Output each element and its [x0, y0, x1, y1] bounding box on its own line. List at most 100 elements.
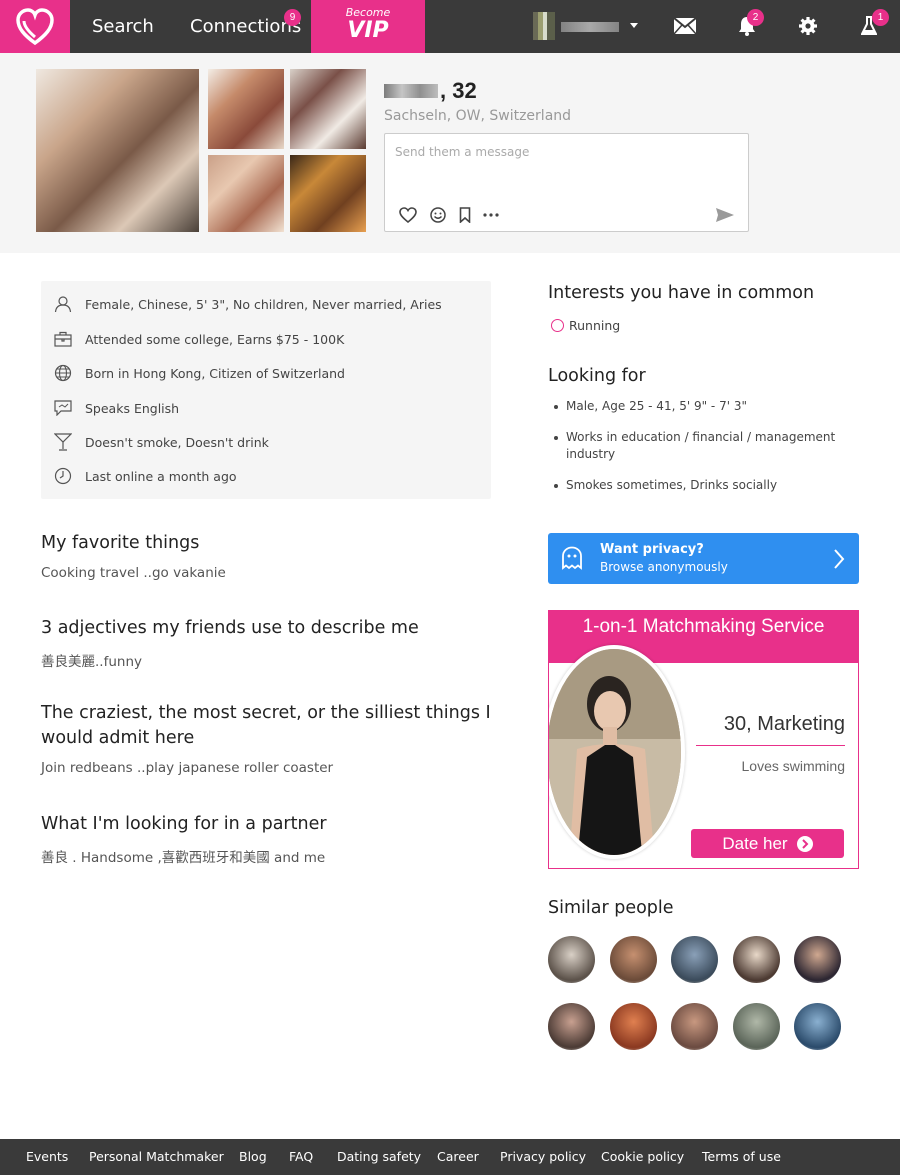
lab-badge: 1: [872, 9, 889, 26]
logo-heart-icon[interactable]: [0, 0, 70, 53]
mail-icon[interactable]: [673, 14, 697, 38]
detail-row: Speaks English: [53, 397, 179, 419]
interest-item: Running: [551, 318, 620, 333]
profile-photo-thumb[interactable]: [208, 155, 284, 232]
browse-anonymously-button[interactable]: Want privacy? Browse anonymously: [548, 533, 859, 584]
message-box[interactable]: Send them a message: [384, 133, 749, 232]
ad-title: 30, Marketing: [723, 713, 845, 735]
more-options-icon[interactable]: [481, 206, 501, 224]
looking-for-item: Works in education / financial / managem…: [554, 429, 844, 463]
main-profile-photo[interactable]: [36, 69, 199, 232]
footer-link[interactable]: Career: [437, 1139, 479, 1175]
looking-for-title: Looking for: [548, 366, 646, 386]
circle-icon: [551, 319, 564, 332]
name-blurred: [384, 84, 438, 98]
become-vip-button[interactable]: Become VIP: [311, 0, 425, 53]
detail-text: Speaks English: [85, 400, 180, 416]
detail-row: Born in Hong Kong, Citizen of Switzerlan…: [53, 362, 345, 384]
similar-person-avatar[interactable]: [794, 1003, 841, 1050]
similar-person-avatar[interactable]: [671, 936, 718, 983]
section-text: 善良美麗..funny: [41, 654, 142, 670]
cocktail-icon: [53, 432, 73, 452]
section-title: My favorite things: [41, 533, 200, 553]
message-input[interactable]: Send them a message: [395, 145, 529, 159]
heart-icon[interactable]: [398, 206, 418, 224]
similar-person-avatar[interactable]: [794, 936, 841, 983]
speech-bubble-icon: [53, 398, 73, 418]
footer-link[interactable]: Terms of use: [702, 1139, 781, 1175]
privacy-title: Want privacy?: [600, 542, 704, 557]
notifications-badge: 2: [747, 9, 764, 26]
chevron-right-icon: [833, 548, 845, 575]
bookmark-icon[interactable]: [455, 206, 475, 224]
gear-icon[interactable]: [796, 14, 820, 38]
similar-people-title: Similar people: [548, 898, 674, 918]
looking-for-text: Male, Age 25 - 41, 5' 9" - 7' 3": [566, 399, 747, 413]
footer-link[interactable]: FAQ: [289, 1139, 313, 1175]
profile-photo-thumb[interactable]: [290, 155, 366, 232]
ad-subtitle: Loves swimming: [741, 758, 845, 774]
ghost-icon: [561, 546, 583, 575]
footer: Events Personal Matchmaker Blog FAQ Dati…: [0, 1139, 900, 1175]
detail-row: Doesn't smoke, Doesn't drink: [53, 431, 269, 453]
ad-photo: [549, 645, 685, 859]
similar-person-avatar[interactable]: [671, 1003, 718, 1050]
footer-link[interactable]: Blog: [239, 1139, 267, 1175]
globe-icon: [53, 363, 73, 383]
profile-age: , 32: [440, 78, 477, 103]
section-text: Join redbeans ..play japanese roller coa…: [41, 760, 334, 776]
top-navigation-bar: Search Connections 9 Become VIP 2 1: [0, 0, 900, 53]
detail-row: Female, Chinese, 5' 3", No children, Nev…: [53, 293, 442, 315]
similar-person-avatar[interactable]: [548, 1003, 595, 1050]
privacy-subtitle: Browse anonymously: [600, 560, 728, 574]
detail-row: Attended some college, Earns $75 - 100K: [53, 328, 344, 350]
date-her-label: Date her: [722, 833, 788, 853]
detail-text: Female, Chinese, 5' 3", No children, Nev…: [85, 296, 442, 312]
footer-link[interactable]: Cookie policy: [601, 1139, 684, 1175]
arrow-circle-icon: [796, 835, 813, 852]
briefcase-icon: [53, 329, 73, 349]
profile-photo-thumb[interactable]: [208, 69, 284, 149]
smiley-icon[interactable]: [428, 206, 448, 224]
interest-label: Running: [569, 318, 621, 333]
similar-person-avatar[interactable]: [610, 936, 657, 983]
section-title: 3 adjectives my friends use to describe …: [41, 618, 419, 638]
section-title: What I'm looking for in a partner: [41, 814, 327, 834]
clock-icon: [53, 466, 73, 486]
date-her-button[interactable]: Date her: [691, 829, 844, 858]
person-icon: [53, 294, 73, 314]
detail-text: Last online a month ago: [85, 468, 237, 484]
looking-for-text: Smokes sometimes, Drinks socially: [566, 478, 778, 492]
section-text: Cooking travel ..go vakanie: [41, 565, 226, 581]
section-text: 善良 . Handsome ,喜歡西班牙和美國 and me: [41, 850, 326, 866]
profile-details-panel: Female, Chinese, 5' 3", No children, Nev…: [41, 281, 491, 499]
chevron-down-icon[interactable]: [630, 23, 638, 28]
nav-connections[interactable]: Connections: [190, 0, 301, 53]
section-title: The craziest, the most secret, or the si…: [41, 703, 491, 748]
looking-for-text: Works in education / financial / managem…: [566, 430, 836, 461]
similar-person-avatar[interactable]: [733, 1003, 780, 1050]
vip-big-label: VIP: [347, 18, 389, 43]
interests-title: Interests you have in common: [548, 283, 815, 303]
send-icon[interactable]: [715, 206, 735, 224]
vip-small-label: Become: [345, 6, 391, 19]
detail-text: Born in Hong Kong, Citizen of Switzerlan…: [85, 365, 345, 381]
matchmaking-ad[interactable]: 1-on-1 Matchmaking Service 30, Marketing…: [548, 610, 859, 869]
footer-link[interactable]: Dating safety: [337, 1139, 421, 1175]
footer-link[interactable]: Personal Matchmaker: [89, 1139, 224, 1175]
username-blurred[interactable]: [561, 22, 619, 32]
detail-text: Attended some college, Earns $75 - 100K: [85, 331, 345, 347]
similar-person-avatar[interactable]: [548, 936, 595, 983]
user-avatar[interactable]: [533, 12, 555, 40]
similar-person-avatar[interactable]: [733, 936, 780, 983]
footer-link[interactable]: Events: [26, 1139, 68, 1175]
nav-search[interactable]: Search: [92, 0, 154, 53]
looking-for-item: Smokes sometimes, Drinks socially: [554, 477, 844, 494]
profile-photo-thumb[interactable]: [290, 69, 366, 149]
detail-row: Last online a month ago: [53, 465, 237, 487]
profile-name: , 32: [384, 78, 477, 104]
connections-badge: 9: [284, 9, 301, 26]
footer-link[interactable]: Privacy policy: [500, 1139, 586, 1175]
looking-for-item: Male, Age 25 - 41, 5' 9" - 7' 3": [554, 398, 844, 415]
similar-person-avatar[interactable]: [610, 1003, 657, 1050]
